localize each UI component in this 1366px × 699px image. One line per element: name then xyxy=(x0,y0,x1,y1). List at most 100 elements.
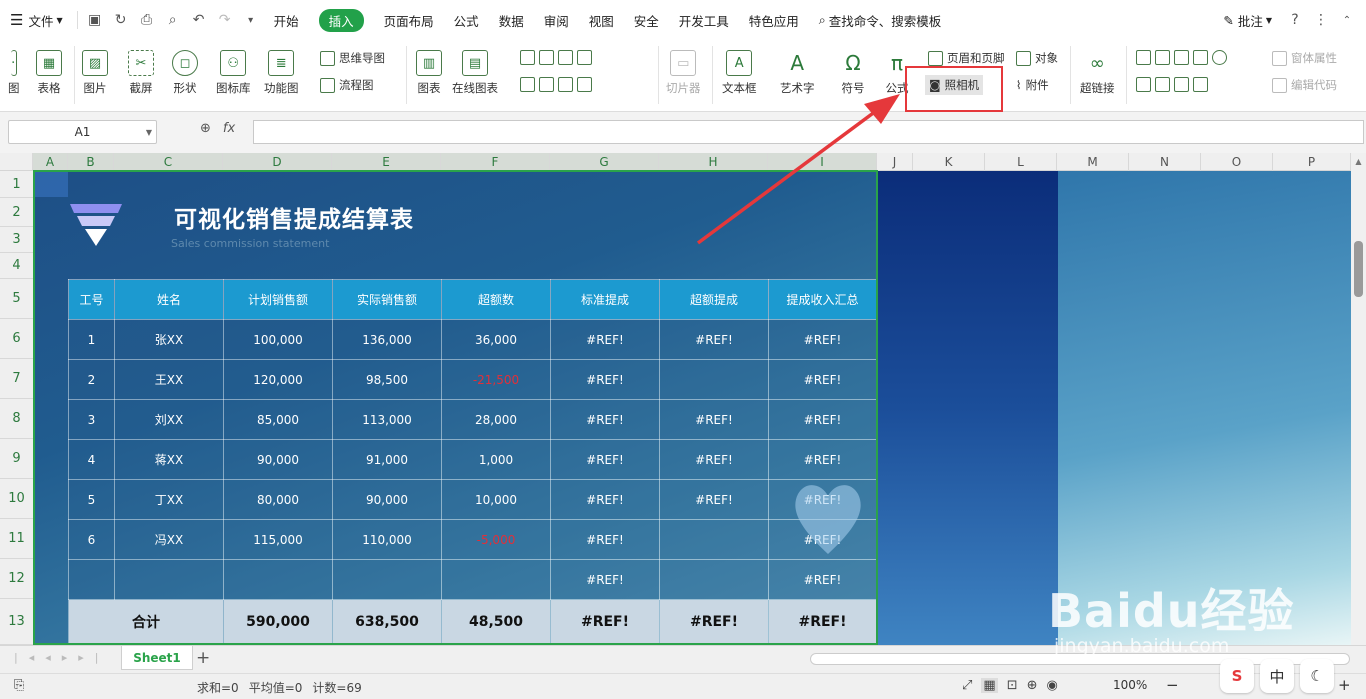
collapse-icon[interactable]: ⌃ xyxy=(1334,0,1360,40)
ime-mode[interactable]: 中 xyxy=(1260,659,1294,693)
col-header-n[interactable]: N xyxy=(1129,153,1201,171)
col-header-i[interactable]: I xyxy=(768,153,877,171)
vertical-scrollbar[interactable]: ▲ xyxy=(1351,153,1366,645)
print-icon[interactable]: ⎙ xyxy=(134,0,160,40)
ribbon-chart-button[interactable]: ▥ 图表 xyxy=(416,40,442,96)
col-header-c[interactable]: C xyxy=(114,153,223,171)
col-header-p[interactable]: P xyxy=(1273,153,1351,171)
ribbon-edit-code-button[interactable]: 编辑代码 xyxy=(1272,77,1337,93)
row-header[interactable]: 6 xyxy=(0,319,33,359)
sheet-tab-sheet1[interactable]: Sheet1 xyxy=(121,646,193,670)
print-preview-icon[interactable]: ⌕ xyxy=(160,0,186,40)
col-header-j[interactable]: J xyxy=(877,153,913,171)
ribbon-wordart-button[interactable]: A 艺术字 xyxy=(780,40,815,96)
row-header[interactable]: 2 xyxy=(0,198,33,227)
ribbon-header-footer-button[interactable]: 页眉和页脚 xyxy=(928,50,1005,66)
tab-page-layout[interactable]: 页面布局 xyxy=(374,0,444,40)
row-header[interactable]: 4 xyxy=(0,253,33,279)
col-header-l[interactable]: L xyxy=(985,153,1057,171)
customize-icon[interactable]: ▾ xyxy=(238,0,264,40)
ribbon-picture-button[interactable]: ▨ 图片 xyxy=(82,40,108,96)
col-header-m[interactable]: M xyxy=(1057,153,1129,171)
add-sheet-button[interactable]: + xyxy=(196,648,210,668)
row-header[interactable]: 9 xyxy=(0,439,33,479)
ribbon-symbol-button[interactable]: Ω 符号 xyxy=(840,40,866,96)
sheet-nav-icon[interactable]: |◂◂▸▸| xyxy=(14,651,110,664)
tab-formula[interactable]: 公式 xyxy=(444,0,489,40)
ribbon-pivot-button[interactable]: · 图 xyxy=(8,40,20,96)
question-icon[interactable]: ? xyxy=(1282,0,1308,40)
vertical-scroll-thumb[interactable] xyxy=(1354,241,1363,297)
annotate-button[interactable]: ✎ 批注 ▼ xyxy=(1213,0,1282,40)
ribbon-chart-types-row1[interactable] xyxy=(520,50,592,65)
col-header-g[interactable]: G xyxy=(550,153,659,171)
tab-data[interactable]: 数据 xyxy=(489,0,534,40)
ribbon-hyperlink-button[interactable]: ∞ 超链接 xyxy=(1080,40,1115,96)
tab-developer[interactable]: 开发工具 xyxy=(669,0,739,40)
search-command[interactable]: ⌕ 查找命令、搜索模板 xyxy=(809,0,952,40)
tab-view[interactable]: 视图 xyxy=(579,0,624,40)
ribbon-form-props-button[interactable]: 窗体属性 xyxy=(1272,50,1337,66)
name-box[interactable]: A1 ▼ xyxy=(8,120,157,144)
eye-protect-icon[interactable]: ◉ xyxy=(1047,678,1058,693)
page-break-icon[interactable]: ⊡ xyxy=(1007,678,1018,693)
row-header[interactable]: 11 xyxy=(0,519,33,559)
sogou-ime-icon[interactable]: S xyxy=(1220,659,1254,693)
fullscreen-icon[interactable]: ⤢ xyxy=(962,678,972,693)
macro-icon[interactable]: ⎘ xyxy=(14,678,24,693)
ribbon-form-controls-row2[interactable] xyxy=(1136,77,1208,92)
row-header[interactable]: 12 xyxy=(0,559,33,599)
tab-insert[interactable]: 插入 xyxy=(309,0,374,40)
ribbon-shape-button[interactable]: ◻ 形状 xyxy=(172,40,198,96)
row-header[interactable]: 13 xyxy=(0,599,33,645)
zoom-formula-icon[interactable]: ⊕ xyxy=(200,121,211,136)
ribbon-table-button[interactable]: ▦ 表格 xyxy=(36,40,62,96)
ribbon-mindmap-button[interactable]: 思维导图 xyxy=(320,50,385,66)
col-header-b[interactable]: B xyxy=(68,153,114,171)
ribbon-form-controls-row1[interactable] xyxy=(1136,50,1227,65)
ribbon-iconlib-button[interactable]: ⚇ 图标库 xyxy=(216,40,251,96)
save-icon[interactable]: ▣ xyxy=(82,0,108,40)
col-header-h[interactable]: H xyxy=(659,153,768,171)
ribbon-flowchart-button[interactable]: 流程图 xyxy=(320,77,374,93)
ribbon-slicer-button[interactable]: ▭ 切片器 xyxy=(666,40,701,96)
zoom-out-icon[interactable]: − xyxy=(1166,676,1179,694)
ribbon-attachment-button[interactable]: ⌇ 附件 xyxy=(1016,77,1049,93)
undo-icon[interactable]: ↶ xyxy=(186,0,212,40)
moon-icon[interactable]: ☾ xyxy=(1300,659,1334,693)
ribbon-feature-chart-button[interactable]: ≣ 功能图 xyxy=(264,40,299,96)
fx-icon[interactable]: fx xyxy=(223,121,235,136)
redo-icon[interactable]: ↷ xyxy=(212,0,238,40)
ribbon-online-chart-button[interactable]: ▤ 在线图表 xyxy=(452,40,498,96)
ribbon-textbox-button[interactable]: A 文本框 xyxy=(722,40,757,96)
ribbon-chart-types-row2[interactable] xyxy=(520,77,592,92)
file-menu[interactable]: ☰ 文件 ▼ xyxy=(0,0,73,40)
col-header-k[interactable]: K xyxy=(913,153,985,171)
tab-special[interactable]: 特色应用 xyxy=(739,0,809,40)
ribbon-screenshot-button[interactable]: ✂ 截屏 xyxy=(128,40,154,96)
row-header[interactable]: 5 xyxy=(0,279,33,319)
zoom-in-icon[interactable]: + xyxy=(1338,676,1351,694)
cloud-save-icon[interactable]: ↻ xyxy=(108,0,134,40)
ribbon-object-button[interactable]: 对象 xyxy=(1016,50,1058,66)
col-header-e[interactable]: E xyxy=(332,153,441,171)
row-header[interactable]: 10 xyxy=(0,479,33,519)
tab-review[interactable]: 审阅 xyxy=(534,0,579,40)
select-all-corner[interactable] xyxy=(0,153,33,171)
normal-view-icon[interactable]: ▦ xyxy=(981,678,998,693)
scroll-up-icon[interactable]: ▲ xyxy=(1351,157,1366,166)
tab-start[interactable]: 开始 xyxy=(264,0,309,40)
more-icon[interactable]: ⋮ xyxy=(1308,0,1334,40)
zoom-level[interactable]: 100% xyxy=(1113,678,1147,692)
row-header[interactable]: 8 xyxy=(0,399,33,439)
col-header-a[interactable]: A xyxy=(33,153,68,171)
row-header[interactable]: 3 xyxy=(0,227,33,253)
row-header[interactable]: 7 xyxy=(0,359,33,399)
tab-security[interactable]: 安全 xyxy=(624,0,669,40)
col-header-f[interactable]: F xyxy=(441,153,550,171)
col-header-o[interactable]: O xyxy=(1201,153,1273,171)
reading-mode-icon[interactable]: ⊕ xyxy=(1027,678,1038,693)
formula-input[interactable] xyxy=(253,120,1364,144)
row-header[interactable]: 1 xyxy=(0,171,33,198)
col-header-d[interactable]: D xyxy=(223,153,332,171)
